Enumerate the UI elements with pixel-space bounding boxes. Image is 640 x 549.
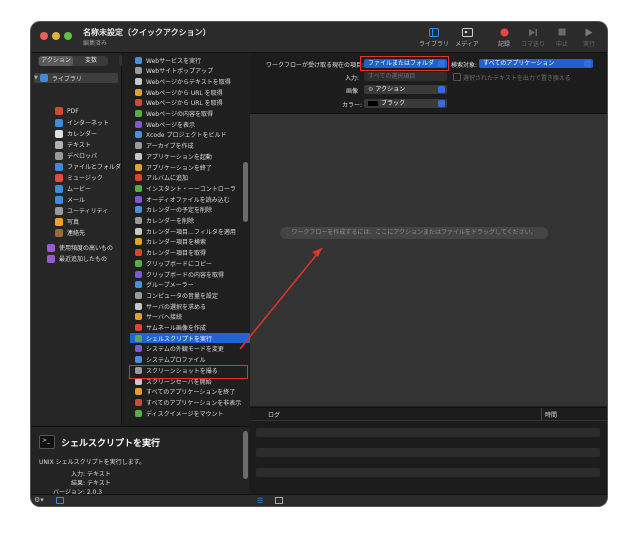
automator-window: 名称未設定（クイックアクション） 編集済み ライブラリ メディア 記録 コマ送り… xyxy=(31,22,607,506)
annotation-arrow xyxy=(239,247,323,350)
